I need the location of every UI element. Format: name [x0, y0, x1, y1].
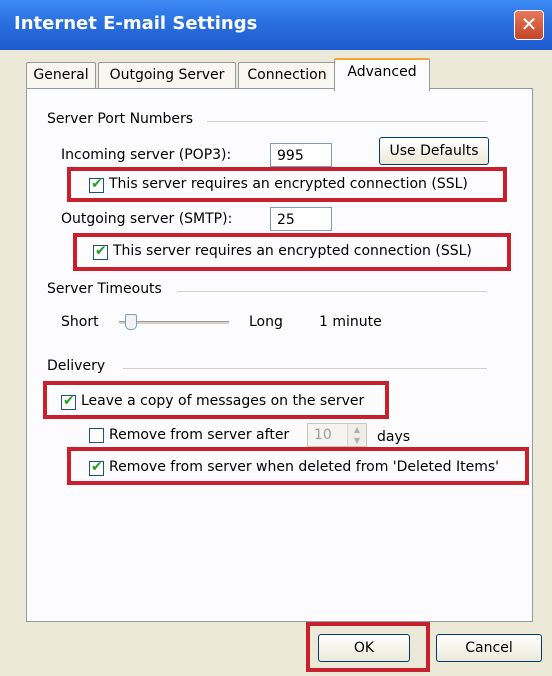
- dialog-title: Internet E-mail Settings: [14, 13, 258, 34]
- outgoing-server-label: Outgoing server (SMTP):: [61, 211, 233, 227]
- section-server-port-numbers: Server Port Numbers: [47, 111, 194, 127]
- timeout-slider-thumb[interactable]: [125, 314, 137, 330]
- remove-after-days-value: 10: [314, 427, 332, 443]
- days-label: days: [377, 429, 411, 445]
- remove-after-label: Remove from server after: [109, 427, 290, 443]
- tab-outgoing-server[interactable]: Outgoing Server: [98, 62, 236, 88]
- tab-advanced[interactable]: Advanced: [334, 58, 430, 91]
- email-settings-dialog: Internet E-mail Settings ✕ General Outgo…: [0, 0, 552, 676]
- highlight-outgoing-ssl: [73, 233, 511, 271]
- timeout-long-label: Long: [249, 314, 283, 330]
- outgoing-port-input[interactable]: 25: [270, 207, 332, 231]
- tab-general[interactable]: General: [26, 62, 96, 88]
- highlight-leave-copy: [43, 381, 389, 419]
- tab-connection[interactable]: Connection: [238, 62, 336, 88]
- close-icon[interactable]: ✕: [514, 10, 544, 40]
- incoming-server-label: Incoming server (POP3):: [61, 147, 232, 163]
- spin-arrows-icon[interactable]: ▲ ▼: [347, 424, 366, 446]
- highlight-incoming-ssl: [67, 167, 507, 202]
- remove-after-days-stepper[interactable]: 10 ▲ ▼: [307, 423, 367, 447]
- section-server-timeouts: Server Timeouts: [47, 281, 162, 297]
- highlight-remove-deleted: [67, 447, 529, 485]
- section-divider: [177, 291, 487, 292]
- highlight-ok: [306, 622, 430, 672]
- cancel-button[interactable]: Cancel: [436, 634, 542, 662]
- use-defaults-button[interactable]: Use Defaults: [379, 137, 489, 165]
- timeout-short-label: Short: [61, 314, 99, 330]
- section-divider: [123, 368, 487, 369]
- section-delivery: Delivery: [47, 358, 106, 374]
- title-bar[interactable]: Internet E-mail Settings ✕: [0, 0, 552, 50]
- remove-after-checkbox[interactable]: [89, 428, 104, 443]
- advanced-panel: Server Port Numbers Incoming server (POP…: [26, 88, 533, 622]
- timeout-value: 1 minute: [319, 314, 382, 330]
- incoming-port-input[interactable]: 995: [270, 143, 332, 167]
- section-divider: [207, 121, 487, 122]
